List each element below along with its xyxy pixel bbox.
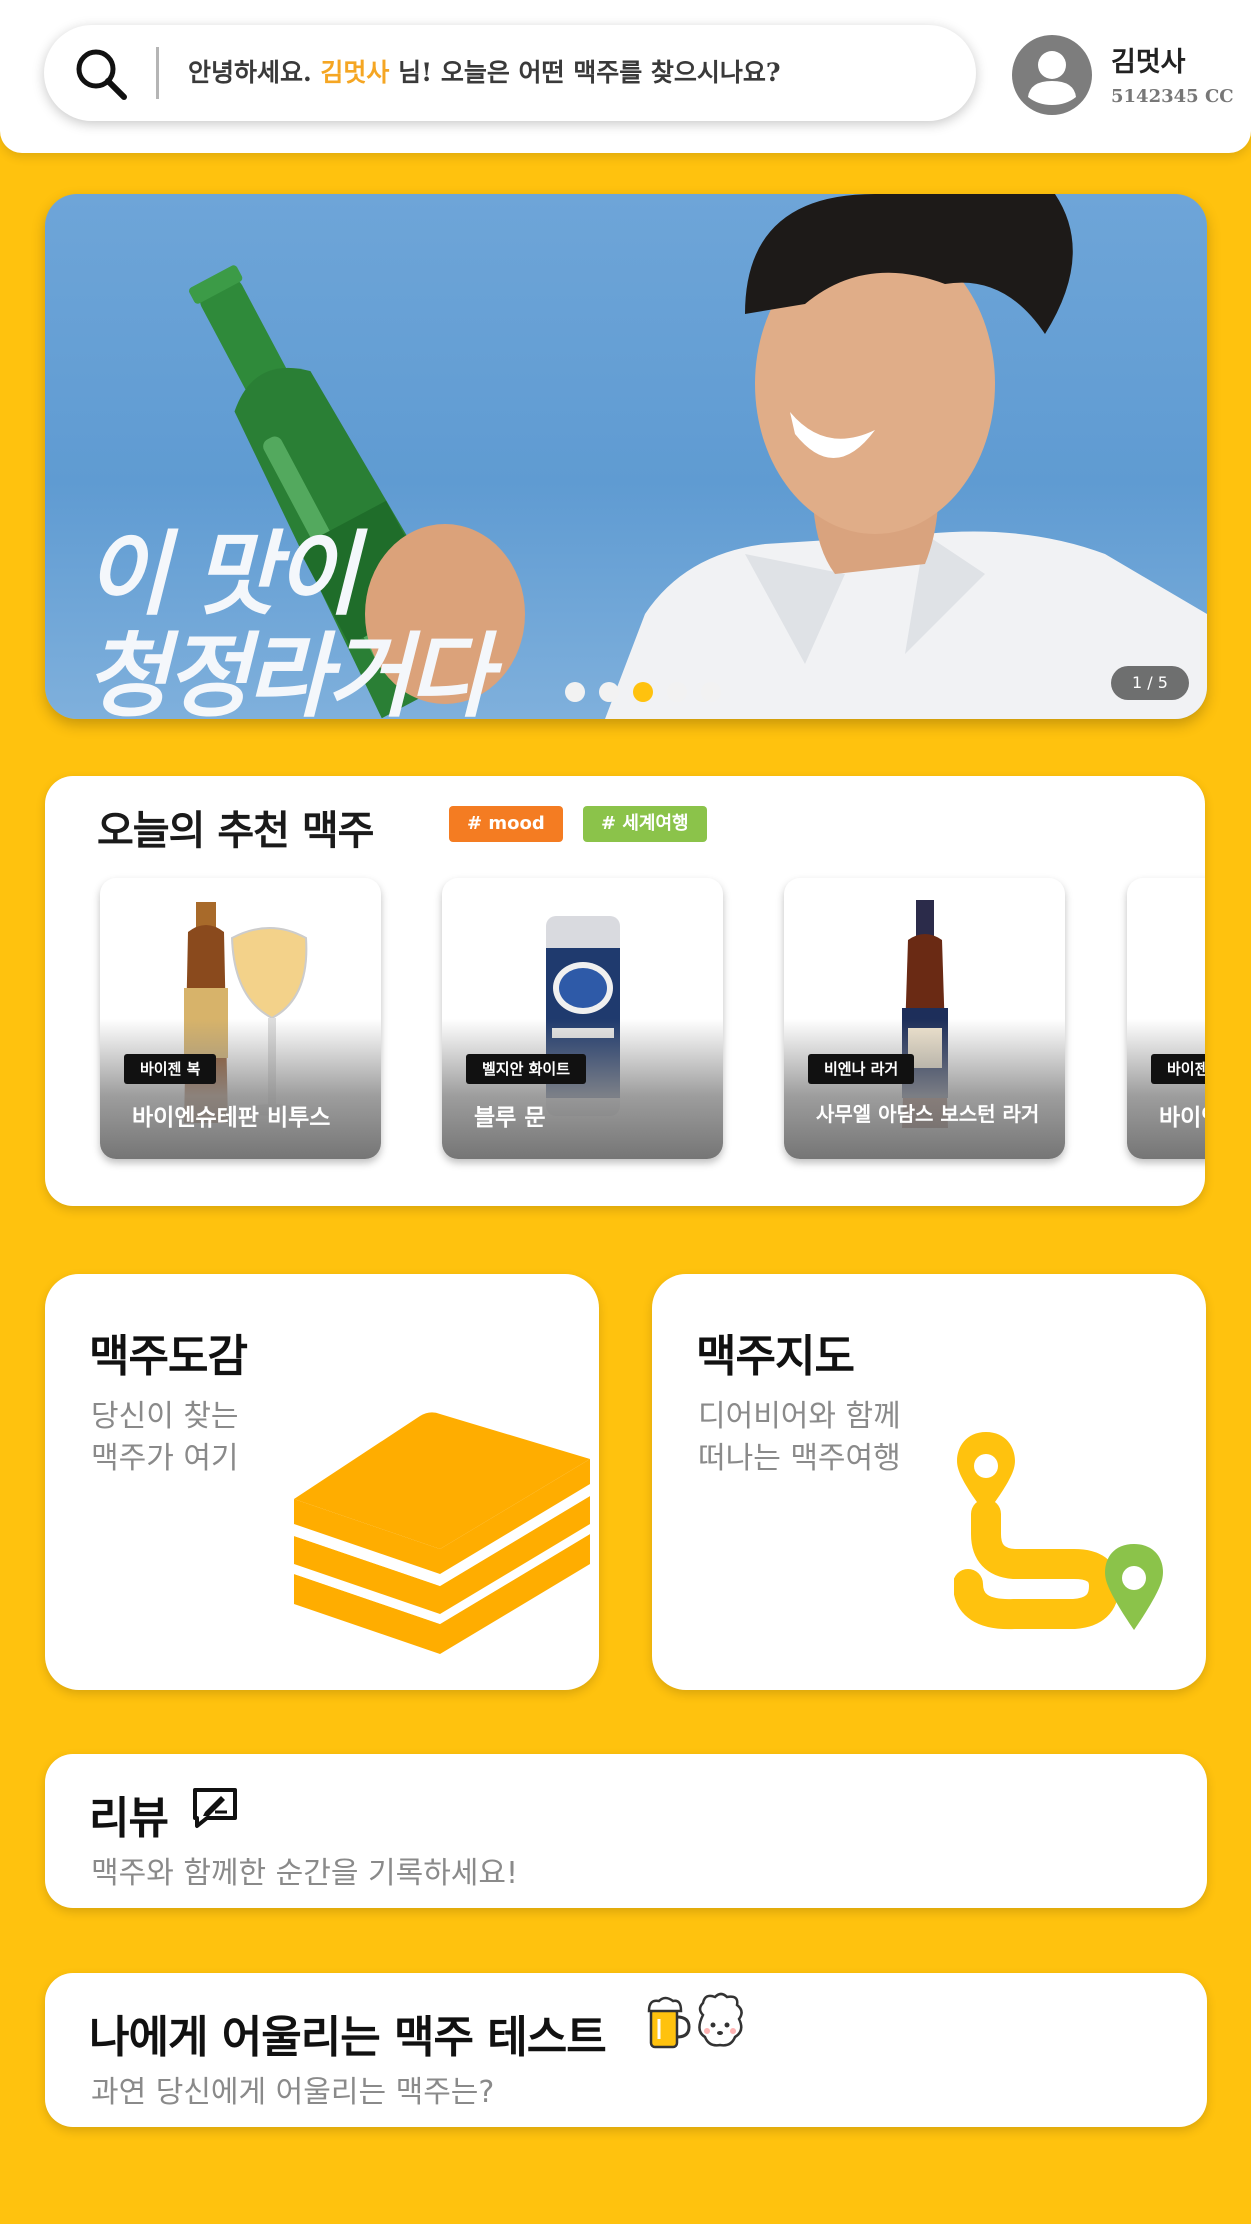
beer-style-badge: 바이젠 <box>1151 1054 1205 1084</box>
tag-mood[interactable]: # mood <box>449 806 563 842</box>
carousel-dot-active[interactable] <box>633 682 653 702</box>
avatar-icon[interactable] <box>1012 35 1092 115</box>
feature-title: 맥주지도 <box>696 1331 855 1382</box>
recommend-title: 오늘의 추천 맥주 <box>97 808 374 854</box>
beer-card[interactable]: 벨지안 화이트 블루 문 <box>442 878 723 1159</box>
beer-style-badge: 벨지안 화이트 <box>466 1054 587 1084</box>
carousel-dots <box>565 682 721 702</box>
search-icon[interactable] <box>74 47 128 101</box>
slide-counter: 1 / 5 <box>1111 666 1189 700</box>
recommend-section: 오늘의 추천 맥주 # mood # 세계여행 바이젠 복 바이엔슈테판 비투스… <box>45 776 1205 1206</box>
beer-name: 블루 문 <box>474 1105 546 1131</box>
beer-name: 바이엔슈테판 비투스 <box>132 1105 331 1131</box>
carousel-dot[interactable] <box>667 682 687 702</box>
carousel-dot[interactable] <box>701 682 721 702</box>
sheep-face-icon <box>698 1992 743 2047</box>
carousel-dot[interactable] <box>599 682 619 702</box>
promo-banner[interactable]: 이 맛이 청정라거다 1 / 5 <box>45 194 1207 719</box>
beer-mug-icon <box>647 1996 691 2049</box>
tag-travel[interactable]: # 세계여행 <box>583 806 707 842</box>
beer-encyclopedia-card[interactable]: 맥주도감 당신이 찾는 맥주가 여기 <box>45 1274 599 1690</box>
header: 안녕하세요. 김멋사 님! 오늘은 어떤 맥주를 찾으시나요? 김멋사 5142… <box>0 0 1251 153</box>
beer-style-badge: 바이젠 복 <box>124 1054 217 1084</box>
review-title: 리뷰 <box>89 1793 169 1844</box>
review-pen-icon <box>193 1788 237 1828</box>
search-greeting[interactable]: 안녕하세요. 김멋사 님! 오늘은 어떤 맥주를 찾으시나요? <box>188 25 781 121</box>
feature-description: 디어비어와 함께 떠나는 맥주여행 <box>698 1399 901 1476</box>
feature-title: 맥주도감 <box>89 1331 248 1382</box>
user-name: 김멋사 <box>1111 47 1186 78</box>
search-bar[interactable]: 안녕하세요. 김멋사 님! 오늘은 어떤 맥주를 찾으시나요? <box>44 25 976 121</box>
search-divider <box>156 47 159 99</box>
feature-description: 당신이 찾는 맥주가 여기 <box>91 1399 239 1476</box>
beer-map-card[interactable]: 맥주지도 디어비어와 함께 떠나는 맥주여행 <box>652 1274 1206 1690</box>
card-shade <box>100 1019 381 1159</box>
card-shade <box>784 1019 1065 1159</box>
books-icon <box>294 1412 590 1654</box>
beer-test-subtitle: 과연 당신에게 어울리는 맥주는? <box>91 2075 495 2110</box>
greeting-user-name: 김멋사 <box>320 58 390 87</box>
beer-style-badge: 비엔나 라거 <box>808 1054 915 1084</box>
card-shade <box>442 1019 723 1159</box>
beer-card[interactable]: 바이젠 복 바이엔슈테판 비투스 <box>100 878 381 1159</box>
beer-card[interactable]: 비엔나 라거 사무엘 아담스 보스턴 라거 <box>784 878 1065 1159</box>
card-shade <box>1127 1019 1205 1159</box>
review-subtitle: 맥주와 함께한 순간을 기록하세요! <box>91 1856 519 1891</box>
beer-test-title: 나에게 어울리는 맥주 테스트 <box>89 2012 607 2063</box>
map-route-icon <box>954 1432 1163 1630</box>
banner-headline: 이 맛이 청정라거다 <box>85 521 492 720</box>
beer-name: 바이엔 <box>1159 1105 1205 1131</box>
greeting-prefix: 안녕하세요. <box>188 58 321 87</box>
beer-test-card[interactable]: 나에게 어울리는 맥주 테스트 과연 당신에게 어울리는 맥주는? <box>45 1973 1207 2127</box>
beer-name: 사무엘 아담스 보스턴 라거 <box>816 1102 1040 1126</box>
greeting-suffix: 님! 오늘은 어떤 맥주를 찾으시나요? <box>389 58 781 87</box>
user-points: 5142345 CC <box>1111 86 1234 107</box>
beer-card[interactable]: 바이젠 바이엔 <box>1127 878 1205 1159</box>
review-card[interactable]: 리뷰 맥주와 함께한 순간을 기록하세요! <box>45 1754 1207 1908</box>
carousel-dot[interactable] <box>565 682 585 702</box>
